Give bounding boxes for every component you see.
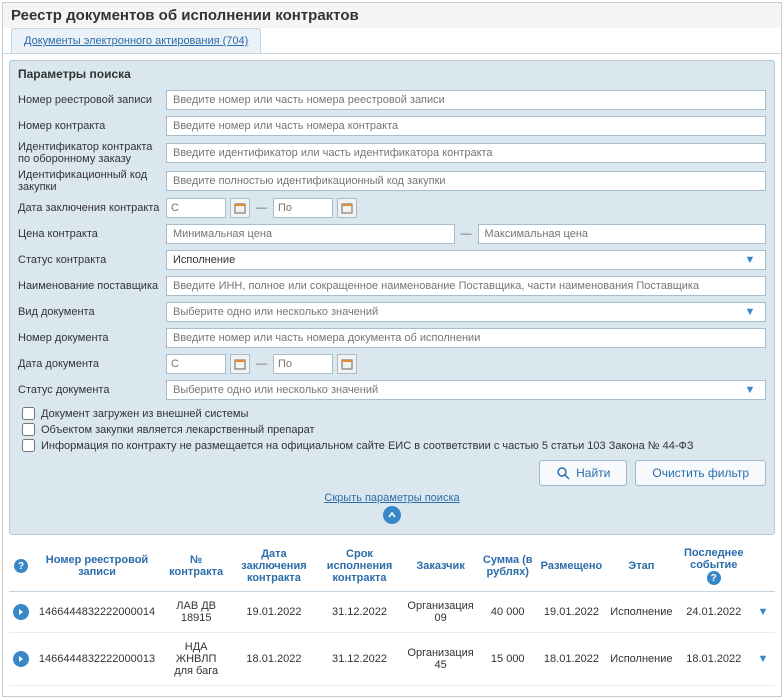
label-defense-id: Идентификатор контракта по оборонному за… <box>18 141 166 165</box>
calendar-icon[interactable] <box>230 198 250 218</box>
label-doc-status: Статус документа <box>18 384 166 396</box>
label-ikz: Идентификационный код закупки <box>18 169 166 193</box>
find-button-label: Найти <box>576 466 610 480</box>
help-icon[interactable]: ? <box>707 571 721 585</box>
price-min-input[interactable] <box>166 224 455 244</box>
tab-documents[interactable]: Документы электронного актирования (704) <box>11 28 261 53</box>
cell-sum: 40 000 <box>479 592 537 633</box>
calendar-icon[interactable] <box>230 354 250 374</box>
clear-filter-button[interactable]: Очистить фильтр <box>635 460 766 486</box>
label-contract-date: Дата заключения контракта <box>18 202 166 214</box>
tab-bar: Документы электронного актирования (704) <box>3 28 781 54</box>
supplier-input[interactable] <box>166 276 766 296</box>
results-table: ? Номер реестровой записи № контракта Да… <box>9 541 775 686</box>
dash-separator: — <box>254 202 269 214</box>
label-supplier: Наименование поставщика <box>18 280 166 292</box>
row-menu-button[interactable]: ▼ <box>755 651 771 667</box>
col-customer[interactable]: Заказчик <box>402 541 478 592</box>
search-icon <box>556 466 570 480</box>
col-contract-number[interactable]: № контракта <box>161 541 231 592</box>
contract-date-from-input[interactable] <box>166 198 226 218</box>
col-last-event[interactable]: Последнее событие ? <box>676 541 751 592</box>
cell-customer: Организация 45 <box>402 633 478 686</box>
contract-status-value: Исполнение <box>173 254 235 266</box>
chevron-down-icon: ▼ <box>741 251 759 269</box>
calendar-icon[interactable] <box>337 354 357 374</box>
doc-type-select[interactable]: Выберите одно или несколько значений ▼ <box>166 302 766 322</box>
doc-number-input[interactable] <box>166 328 766 348</box>
check-label-external: Документ загружен из внешней системы <box>41 408 248 420</box>
doc-status-select[interactable]: Выберите одно или несколько значений ▼ <box>166 380 766 400</box>
label-doc-type: Вид документа <box>18 306 166 318</box>
label-doc-number: Номер документа <box>18 332 166 344</box>
cell-stage: Исполнение <box>606 633 676 686</box>
col-sum[interactable]: Сумма (в рублях) <box>479 541 537 592</box>
cell-exec-period: 31.12.2022 <box>317 633 403 686</box>
cell-exec-period: 31.12.2022 <box>317 592 403 633</box>
calendar-icon[interactable] <box>337 198 357 218</box>
doc-date-to-input[interactable] <box>273 354 333 374</box>
col-registry-number[interactable]: Номер реестровой записи <box>33 541 161 592</box>
contract-number-input[interactable] <box>166 116 766 136</box>
cell-posted: 19.01.2022 <box>537 592 607 633</box>
dash-separator: — <box>254 358 269 370</box>
cell-last-event: 18.01.2022 <box>676 633 751 686</box>
cell-contract-number: НДА ЖНВЛП для бага <box>161 633 231 686</box>
registry-number-input[interactable] <box>166 90 766 110</box>
doc-date-from-input[interactable] <box>166 354 226 374</box>
col-stage[interactable]: Этап <box>606 541 676 592</box>
dash-separator: — <box>459 228 474 240</box>
contract-status-select[interactable]: Исполнение ▼ <box>166 250 766 270</box>
cell-sum: 15 000 <box>479 633 537 686</box>
collapse-params-button[interactable] <box>383 506 401 524</box>
doc-status-placeholder: Выберите одно или несколько значений <box>173 384 378 396</box>
row-menu-button[interactable]: ▼ <box>755 604 771 620</box>
search-params-panel: Параметры поиска Номер реестровой записи… <box>9 60 775 535</box>
cell-customer: Организация 09 <box>402 592 478 633</box>
table-row: 1466444832222000013НДА ЖНВЛП для бага18.… <box>9 633 775 686</box>
cell-registry-number: 1466444832222000014 <box>33 592 161 633</box>
col-contract-date[interactable]: Дата заключения контракта <box>231 541 316 592</box>
contract-date-to-input[interactable] <box>273 198 333 218</box>
cell-registry-number: 1466444832222000013 <box>33 633 161 686</box>
chevron-up-icon <box>388 511 396 519</box>
chevron-down-icon: ▼ <box>741 381 759 399</box>
label-contract-number: Номер контракта <box>18 120 166 132</box>
params-heading: Параметры поиска <box>18 67 766 81</box>
label-registry-number: Номер реестровой записи <box>18 94 166 106</box>
label-contract-status: Статус контракта <box>18 254 166 266</box>
expand-row-button[interactable] <box>13 651 29 667</box>
find-button[interactable]: Найти <box>539 460 627 486</box>
page-title: Реестр документов об исполнении контракт… <box>3 3 781 28</box>
clear-button-label: Очистить фильтр <box>652 466 749 480</box>
collapse-params-link[interactable]: Скрыть параметры поиска <box>324 492 459 504</box>
check-label-medicine: Объектом закупки является лекарственный … <box>41 424 315 436</box>
price-max-input[interactable] <box>478 224 767 244</box>
cell-last-event: 24.01.2022 <box>676 592 751 633</box>
label-doc-date: Дата документа <box>18 358 166 370</box>
expand-row-button[interactable] <box>13 604 29 620</box>
defense-id-input[interactable] <box>166 143 766 163</box>
chevron-down-icon: ▼ <box>741 303 759 321</box>
external-system-checkbox[interactable] <box>22 407 35 420</box>
not-published-checkbox[interactable] <box>22 439 35 452</box>
cell-contract-date: 19.01.2022 <box>231 592 316 633</box>
ikz-input[interactable] <box>166 171 766 191</box>
label-price: Цена контракта <box>18 228 166 240</box>
col-posted[interactable]: Размещено <box>537 541 607 592</box>
help-icon[interactable]: ? <box>14 559 28 573</box>
cell-contract-number: ЛАВ ДВ 18915 <box>161 592 231 633</box>
cell-contract-date: 18.01.2022 <box>231 633 316 686</box>
col-exec-period[interactable]: Срок исполнения контракта <box>317 541 403 592</box>
table-row: 1466444832222000014ЛАВ ДВ 1891519.01.202… <box>9 592 775 633</box>
cell-posted: 18.01.2022 <box>537 633 607 686</box>
medicine-checkbox[interactable] <box>22 423 35 436</box>
doc-type-placeholder: Выберите одно или несколько значений <box>173 306 378 318</box>
cell-stage: Исполнение <box>606 592 676 633</box>
check-label-not-published: Информация по контракту не размещается н… <box>41 440 694 452</box>
